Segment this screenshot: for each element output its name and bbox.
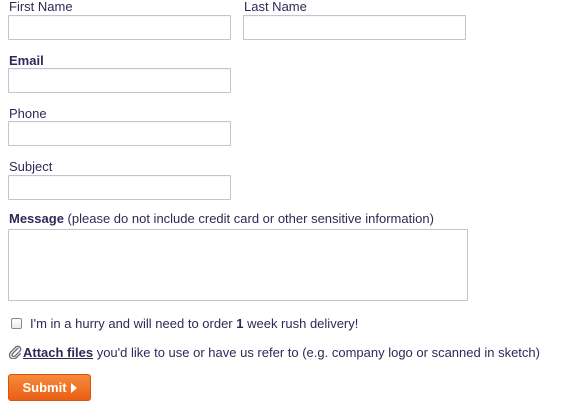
rush-text-after: week rush delivery!	[243, 316, 359, 331]
rush-delivery-checkbox[interactable]	[11, 318, 22, 329]
email-label: Email	[9, 53, 44, 68]
phone-label: Phone	[9, 106, 47, 121]
submit-button[interactable]: Submit	[8, 374, 91, 401]
play-triangle-icon	[70, 382, 77, 393]
message-label: Message (please do not include credit ca…	[9, 212, 434, 226]
last-name-label: Last Name	[244, 0, 307, 14]
message-label-note: (please do not include credit card or ot…	[67, 211, 434, 226]
email-input[interactable]	[8, 68, 231, 93]
submit-button-label: Submit	[22, 380, 67, 395]
message-label-title: Message	[9, 211, 64, 226]
message-textarea[interactable]	[8, 229, 468, 301]
subject-label: Subject	[9, 159, 53, 174]
attach-files-link[interactable]: Attach files	[23, 345, 93, 360]
attach-files-row: Attach files you'd like to use or have u…	[23, 345, 540, 360]
first-name-label: First Name	[9, 0, 73, 14]
attach-files-text: you'd like to use or have us refer to (e…	[93, 345, 540, 360]
rush-delivery-label: I'm in a hurry and will need to order 1 …	[30, 316, 358, 331]
phone-input[interactable]	[8, 121, 231, 146]
subject-input[interactable]	[8, 175, 231, 200]
first-name-input[interactable]	[8, 15, 231, 40]
rush-text-before: I'm in a hurry and will need to order	[30, 316, 237, 331]
last-name-input[interactable]	[243, 15, 466, 40]
paperclip-icon	[8, 345, 22, 359]
